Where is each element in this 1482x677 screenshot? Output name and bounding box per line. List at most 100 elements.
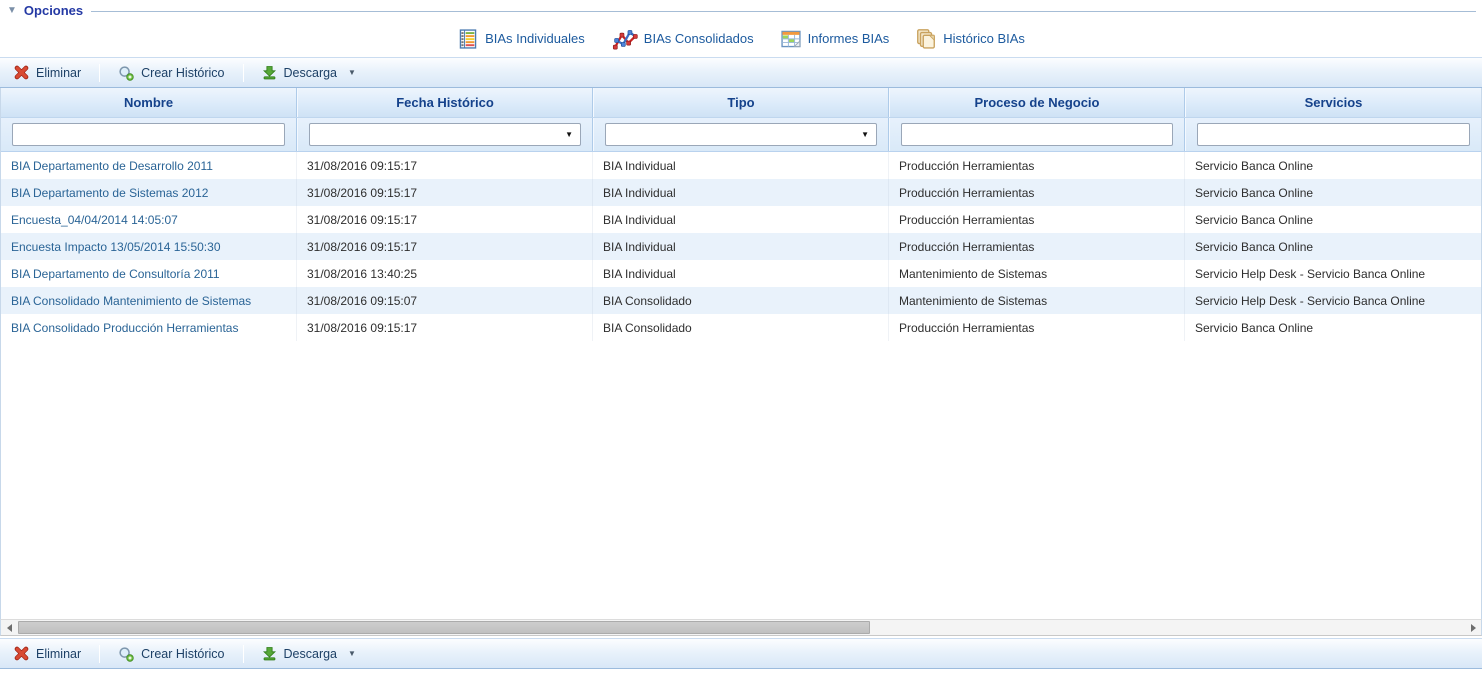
table-row[interactable]: BIA Consolidado Mantenimiento de Sistema… — [1, 287, 1481, 314]
cell-servicios: Servicio Banca Online — [1185, 152, 1481, 179]
table-row[interactable]: BIA Departamento de Consultoría 2011 31/… — [1, 260, 1481, 287]
cell-nombre-link[interactable]: BIA Departamento de Desarrollo 2011 — [1, 152, 297, 179]
cell-nombre-link[interactable]: BIA Departamento de Sistemas 2012 — [1, 179, 297, 206]
cell-proceso-negocio: Producción Herramientas — [889, 206, 1185, 233]
cell-proceso-negocio: Mantenimiento de Sistemas — [889, 287, 1185, 314]
dropdown-caret-icon: ▼ — [348, 649, 356, 658]
filter-cell-proceso-negocio — [889, 118, 1185, 151]
cell-servicios: Servicio Banca Online — [1185, 314, 1481, 341]
nav-item-bias-consolidados[interactable]: BIAs Consolidados — [611, 27, 754, 51]
cell-tipo: BIA Individual — [593, 206, 889, 233]
eliminar-label: Eliminar — [36, 647, 81, 661]
nav-tabs: BIAs Individuales BIAs Consolidados — [0, 18, 1482, 57]
nav-item-bias-individuales[interactable]: BIAs Individuales — [457, 28, 585, 50]
horizontal-scrollbar[interactable] — [0, 619, 1482, 636]
scroll-left-arrow[interactable] — [1, 620, 17, 635]
historico-grid: Nombre Fecha Histórico Tipo Proceso de N… — [0, 88, 1482, 619]
grid-body: BIA Departamento de Desarrollo 2011 31/0… — [1, 152, 1481, 619]
left-triangle-icon — [7, 624, 12, 632]
cell-tipo: BIA Consolidado — [593, 314, 889, 341]
page: ▼ Opciones — [0, 0, 1482, 677]
cell-fecha-historico: 31/08/2016 09:15:17 — [297, 233, 593, 260]
magnifier-add-icon — [118, 65, 134, 81]
delete-x-icon — [14, 65, 29, 80]
cell-servicios: Servicio Help Desk - Servicio Banca Onli… — [1185, 287, 1481, 314]
proceso-negocio-filter-input[interactable] — [901, 123, 1173, 146]
table-row[interactable]: Encuesta Impacto 13/05/2014 15:50:30 31/… — [1, 233, 1481, 260]
options-panel-label: Opciones — [24, 3, 83, 18]
crear-historico-button-bottom[interactable]: Crear Histórico — [108, 642, 234, 666]
table-row[interactable]: BIA Consolidado Producción Herramientas … — [1, 314, 1481, 341]
cell-servicios: Servicio Banca Online — [1185, 233, 1481, 260]
cell-servicios: Servicio Banca Online — [1185, 179, 1481, 206]
download-icon — [262, 65, 277, 80]
collapse-arrow-icon[interactable]: ▼ — [7, 6, 17, 16]
cell-fecha-historico: 31/08/2016 09:15:17 — [297, 206, 593, 233]
servicios-filter-input[interactable] — [1197, 123, 1470, 146]
eliminar-button[interactable]: Eliminar — [4, 61, 91, 84]
nav-item-informes-bias[interactable]: Informes BIAs — [780, 28, 890, 50]
toolbar-separator — [243, 64, 244, 82]
nav-label: BIAs Individuales — [485, 31, 585, 46]
select-caret-icon: ▼ — [861, 130, 869, 139]
cell-tipo: BIA Consolidado — [593, 287, 889, 314]
historico-bias-icon — [915, 28, 937, 50]
cell-tipo: BIA Individual — [593, 179, 889, 206]
cell-tipo: BIA Individual — [593, 152, 889, 179]
eliminar-label: Eliminar — [36, 66, 81, 80]
cell-nombre-link[interactable]: BIA Departamento de Consultoría 2011 — [1, 260, 297, 287]
column-header-tipo[interactable]: Tipo — [593, 88, 889, 117]
cell-servicios: Servicio Banca Online — [1185, 206, 1481, 233]
cell-nombre-link[interactable]: BIA Consolidado Mantenimiento de Sistema… — [1, 287, 297, 314]
options-panel-header: ▼ Opciones — [0, 0, 1482, 18]
column-header-fecha-historico[interactable]: Fecha Histórico — [297, 88, 593, 117]
bia-consolidados-icon — [611, 27, 638, 51]
filter-cell-fecha-historico: ▼ — [297, 118, 593, 151]
toolbar-separator — [99, 645, 100, 663]
filter-cell-tipo: ▼ — [593, 118, 889, 151]
grid-filter-row: ▼ ▼ — [1, 118, 1481, 152]
cell-proceso-negocio: Producción Herramientas — [889, 314, 1185, 341]
column-header-proceso-negocio[interactable]: Proceso de Negocio — [889, 88, 1185, 117]
nombre-filter-input[interactable] — [12, 123, 285, 146]
cell-tipo: BIA Individual — [593, 260, 889, 287]
scrollbar-thumb[interactable] — [18, 621, 870, 634]
cell-fecha-historico: 31/08/2016 09:15:17 — [297, 179, 593, 206]
column-header-nombre[interactable]: Nombre — [1, 88, 297, 117]
crear-historico-button[interactable]: Crear Histórico — [108, 61, 234, 85]
descarga-label: Descarga — [284, 647, 338, 661]
crear-historico-label: Crear Histórico — [141, 66, 224, 80]
filter-cell-servicios — [1185, 118, 1481, 151]
bia-individuales-icon — [457, 28, 479, 50]
cell-fecha-historico: 31/08/2016 13:40:25 — [297, 260, 593, 287]
descarga-button[interactable]: Descarga ▼ — [252, 61, 366, 84]
select-caret-icon: ▼ — [565, 130, 573, 139]
cell-nombre-link[interactable]: BIA Consolidado Producción Herramientas — [1, 314, 297, 341]
options-divider — [91, 11, 1476, 12]
toolbar-separator — [99, 64, 100, 82]
fecha-historico-filter-select[interactable]: ▼ — [309, 123, 581, 146]
table-row[interactable]: BIA Departamento de Desarrollo 2011 31/0… — [1, 152, 1481, 179]
column-header-servicios[interactable]: Servicios — [1185, 88, 1481, 117]
scroll-right-arrow[interactable] — [1465, 620, 1481, 635]
table-row[interactable]: BIA Departamento de Sistemas 2012 31/08/… — [1, 179, 1481, 206]
dropdown-caret-icon: ▼ — [348, 68, 356, 77]
nav-label: BIAs Consolidados — [644, 31, 754, 46]
descarga-button-bottom[interactable]: Descarga ▼ — [252, 642, 366, 665]
bottom-toolbar: Eliminar Crear Histórico Des — [0, 638, 1482, 669]
cell-nombre-link[interactable]: Encuesta Impacto 13/05/2014 15:50:30 — [1, 233, 297, 260]
cell-servicios: Servicio Help Desk - Servicio Banca Onli… — [1185, 260, 1481, 287]
eliminar-button-bottom[interactable]: Eliminar — [4, 642, 91, 665]
download-icon — [262, 646, 277, 661]
cell-fecha-historico: 31/08/2016 09:15:07 — [297, 287, 593, 314]
cell-proceso-negocio: Producción Herramientas — [889, 152, 1185, 179]
bottom-gap — [0, 669, 1482, 673]
nav-label: Informes BIAs — [808, 31, 890, 46]
cell-nombre-link[interactable]: Encuesta_04/04/2014 14:05:07 — [1, 206, 297, 233]
table-row[interactable]: Encuesta_04/04/2014 14:05:07 31/08/2016 … — [1, 206, 1481, 233]
descarga-label: Descarga — [284, 66, 338, 80]
magnifier-add-icon — [118, 646, 134, 662]
nav-item-historico-bias[interactable]: Histórico BIAs — [915, 28, 1025, 50]
tipo-filter-select[interactable]: ▼ — [605, 123, 877, 146]
cell-proceso-negocio: Producción Herramientas — [889, 179, 1185, 206]
